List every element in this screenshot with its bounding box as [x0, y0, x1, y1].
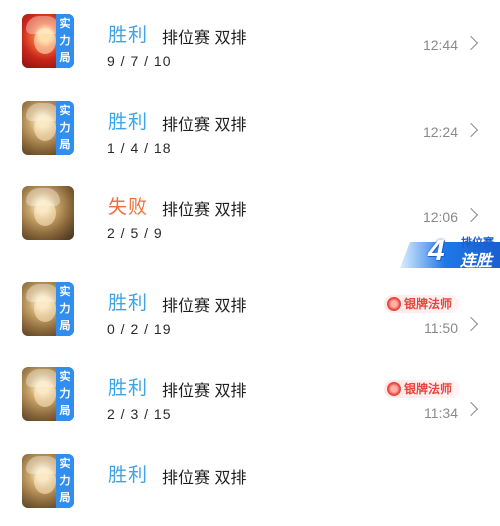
tag-char: 力	[59, 121, 71, 134]
tag-char: 力	[59, 474, 71, 487]
match-result: 胜利	[108, 112, 149, 133]
match-row[interactable]: 实力局 胜利 排位赛 双排 0 / 2 / 19 银牌法师 11:50	[0, 268, 500, 354]
match-row[interactable]: 实力局 胜利 排位赛 双排 2 / 3 / 15 银牌法师 11:34	[0, 353, 500, 439]
match-result: 胜利	[108, 378, 149, 399]
medal-icon	[386, 297, 401, 311]
match-mode: 排位赛 双排	[162, 298, 247, 315]
match-result: 胜利	[108, 25, 149, 46]
tag-char: 局	[59, 138, 71, 151]
tag-char: 实	[59, 104, 71, 117]
tag-char: 实	[59, 370, 71, 383]
match-row[interactable]: 实力局 胜利 排位赛 双排 1 / 4 / 18 12:24	[0, 87, 500, 173]
match-row[interactable]: 实力局 胜利 排位赛 双排	[0, 440, 500, 526]
match-time: 11:50	[424, 320, 458, 336]
hero-avatar: 实力局	[22, 367, 74, 421]
match-time: 12:44	[422, 37, 458, 53]
hero-title-badge: 银牌法师	[383, 380, 460, 398]
match-result: 胜利	[108, 465, 149, 486]
hero-avatar: 实力局	[22, 454, 74, 508]
match-mode: 排位赛 双排	[162, 202, 247, 219]
match-result: 失败	[108, 197, 149, 218]
hero-avatar: 实力局	[22, 101, 74, 155]
strength-match-tag: 实力局	[56, 282, 74, 336]
tag-char: 力	[59, 34, 71, 47]
hero-title-text: 银牌法师	[403, 297, 452, 311]
tag-char: 局	[59, 404, 71, 417]
streak-count: 4	[428, 234, 445, 267]
strength-match-tag: 实力局	[56, 14, 74, 68]
chevron-right-icon[interactable]	[463, 122, 479, 138]
strength-match-tag: 实力局	[56, 101, 74, 155]
match-mode: 排位赛 双排	[162, 383, 247, 400]
hero-avatar: 实力局	[22, 14, 74, 68]
match-result: 胜利	[108, 293, 149, 314]
match-mode: 排位赛 双排	[162, 30, 247, 47]
hero-avatar: 实力局	[22, 282, 74, 336]
tag-char: 力	[59, 387, 71, 400]
streak-label: 连胜	[459, 253, 492, 270]
hero-face	[34, 28, 56, 54]
tag-char: 实	[59, 17, 71, 30]
hero-face	[34, 296, 56, 322]
medal-icon	[386, 382, 401, 396]
hero-face	[34, 381, 56, 407]
chevron-right-icon[interactable]	[463, 401, 479, 417]
tag-char: 局	[59, 51, 71, 64]
match-kda: 2 / 5 / 9	[107, 225, 163, 241]
match-kda: 0 / 2 / 19	[107, 321, 172, 337]
chevron-right-icon[interactable]	[463, 207, 479, 223]
hero-face	[34, 200, 56, 226]
match-kda: 9 / 7 / 10	[107, 53, 172, 69]
match-time: 12:24	[422, 124, 458, 140]
tag-char: 实	[59, 285, 71, 298]
match-mode: 排位赛 双排	[162, 470, 247, 487]
win-streak-banner: 4 排位赛 连胜	[400, 232, 500, 270]
match-mode: 排位赛 双排	[162, 117, 247, 134]
match-time: 11:34	[424, 405, 458, 421]
tag-char: 力	[59, 302, 71, 315]
hero-face	[34, 115, 56, 141]
tag-char: 实	[59, 457, 71, 470]
hero-title-badge: 银牌法师	[383, 295, 460, 313]
match-kda: 2 / 3 / 15	[107, 406, 172, 422]
hero-face	[34, 468, 56, 494]
match-kda: 1 / 4 / 18	[107, 140, 172, 156]
hero-avatar	[22, 186, 74, 240]
tag-char: 局	[59, 319, 71, 332]
match-row[interactable]: 实力局 胜利 排位赛 双排 9 / 7 / 10 12:44	[0, 0, 500, 86]
tag-char: 局	[59, 491, 71, 504]
chevron-right-icon[interactable]	[463, 35, 479, 51]
chevron-right-icon[interactable]	[463, 316, 479, 332]
strength-match-tag: 实力局	[56, 454, 74, 508]
match-time: 12:06	[422, 209, 458, 225]
hero-title-text: 银牌法师	[403, 382, 452, 396]
strength-match-tag: 实力局	[56, 367, 74, 421]
